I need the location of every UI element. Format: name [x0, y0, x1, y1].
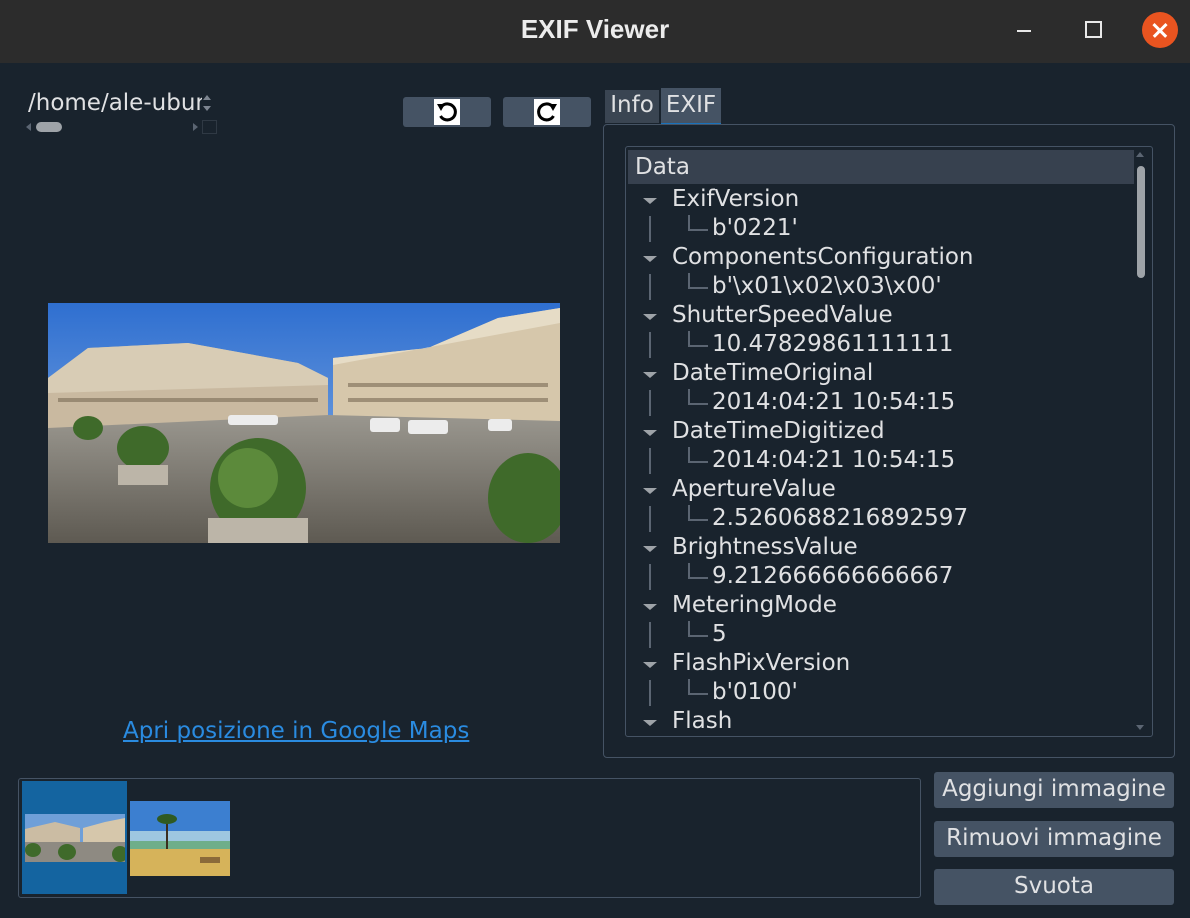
tree-row-key[interactable]: MeteringMode: [626, 591, 1136, 620]
tab-exif[interactable]: EXIF: [661, 88, 721, 125]
scroll-thumb[interactable]: [36, 122, 62, 132]
rotate-left-button[interactable]: [403, 97, 491, 127]
scroll-corner: [202, 120, 217, 134]
tree-line: [649, 274, 651, 300]
exif-tree[interactable]: Data ExifVersion b'0221' ComponentsConfigu…: [625, 146, 1153, 737]
minimize-icon[interactable]: [1006, 12, 1042, 48]
tree-branch: [688, 273, 708, 289]
tree-value-label: b'0100': [712, 679, 798, 705]
rotate-right-button[interactable]: [503, 97, 591, 127]
tab-info[interactable]: Info: [605, 90, 659, 123]
tree-value-label: 2.5260688216892597: [712, 505, 969, 531]
scroll-up-icon[interactable]: [1136, 152, 1144, 157]
thumbnail-beach[interactable]: [130, 801, 230, 876]
expand-arrow-icon[interactable]: [643, 314, 657, 320]
tree-line: [649, 506, 651, 532]
tree-line: [649, 332, 651, 358]
tree-value-label: 5: [712, 621, 727, 647]
google-maps-link[interactable]: Apri posizione in Google Maps: [123, 718, 469, 744]
expand-arrow-icon[interactable]: [643, 372, 657, 378]
scroll-down-icon[interactable]: [1136, 725, 1144, 730]
remove-image-button[interactable]: Rimuovi immagine: [934, 821, 1174, 857]
tree-row-value[interactable]: 2.5260688216892597: [626, 504, 1136, 533]
tree-key-label: FlashPixVersion: [672, 650, 851, 676]
tree-row-value[interactable]: 9.212666666666667: [626, 562, 1136, 591]
tree-row-value[interactable]: 10.47829861111111: [626, 330, 1136, 359]
tree-line: [649, 622, 651, 648]
path-scrollbar[interactable]: [26, 120, 202, 134]
expand-arrow-icon[interactable]: [643, 488, 657, 494]
tree-row-value[interactable]: 5: [626, 620, 1136, 649]
tree-value-label: 2014:04:21 10:54:15: [712, 389, 956, 415]
tree-line: [649, 448, 651, 474]
tree-key-label: Flash: [672, 708, 733, 734]
thumbnail-plaza[interactable]: [25, 814, 125, 862]
tree-branch: [688, 331, 708, 347]
path-spin-icon[interactable]: [202, 95, 212, 115]
title-bar: EXIF Viewer: [0, 0, 1190, 63]
tree-row-key[interactable]: ExifVersion: [626, 185, 1136, 214]
add-image-button[interactable]: Aggiungi immagine: [934, 772, 1174, 808]
tree-key-label: ComponentsConfiguration: [672, 244, 974, 270]
tree-line: [649, 564, 651, 590]
tree-scrollbar[interactable]: [1134, 150, 1148, 732]
tree-line: [649, 390, 651, 416]
tree-row-value[interactable]: b'0100': [626, 678, 1136, 707]
tree-row-key[interactable]: ComponentsConfiguration: [626, 243, 1136, 272]
clear-button[interactable]: Svuota: [934, 869, 1174, 905]
path-field[interactable]: /home/ale-ubuntu: [28, 90, 202, 120]
tree-value-label: 9.212666666666667: [712, 563, 954, 589]
tree-key-label: DateTimeDigitized: [672, 418, 885, 444]
scroll-right-icon[interactable]: [193, 123, 198, 131]
image-preview: [48, 303, 560, 543]
tree-value-label: b'\x01\x02\x03\x00': [712, 273, 942, 299]
tree-branch: [688, 215, 708, 231]
tree-row-value[interactable]: b'0221': [626, 214, 1136, 243]
tree-key-label: ApertureValue: [672, 476, 836, 502]
rotate-left-icon: [434, 99, 460, 125]
expand-arrow-icon[interactable]: [643, 720, 657, 726]
tree-header[interactable]: Data: [628, 150, 1134, 184]
tree-line: [649, 216, 651, 242]
tree-row-value[interactable]: b'\x01\x02\x03\x00': [626, 272, 1136, 301]
expand-arrow-icon[interactable]: [643, 430, 657, 436]
expand-arrow-icon[interactable]: [643, 198, 657, 204]
expand-arrow-icon[interactable]: [643, 256, 657, 262]
tree-branch: [688, 679, 708, 695]
maximize-icon[interactable]: [1074, 12, 1110, 48]
tree-value-label: 10.47829861111111: [712, 331, 954, 357]
tree-scroll-thumb[interactable]: [1137, 166, 1145, 278]
tree-key-label: DateTimeOriginal: [672, 360, 874, 386]
tree-row-value[interactable]: 2014:04:21 10:54:15: [626, 388, 1136, 417]
scroll-left-icon[interactable]: [26, 123, 31, 131]
tree-row-key[interactable]: DateTimeDigitized: [626, 417, 1136, 446]
tree-branch: [688, 621, 708, 637]
tree-row-key[interactable]: ShutterSpeedValue: [626, 301, 1136, 330]
tree-key-label: ExifVersion: [672, 186, 800, 212]
tree-rows: ExifVersion b'0221' ComponentsConfiguratio…: [626, 185, 1136, 736]
expand-arrow-icon[interactable]: [643, 604, 657, 610]
tree-line: [649, 680, 651, 706]
tree-branch: [688, 563, 708, 579]
tree-value-label: 2014:04:21 10:54:15: [712, 447, 956, 473]
tree-branch: [688, 447, 708, 463]
tree-key-label: MeteringMode: [672, 592, 837, 618]
tree-branch: [688, 505, 708, 521]
tree-row-key[interactable]: DateTimeOriginal: [626, 359, 1136, 388]
tree-branch: [688, 389, 708, 405]
tree-key-label: ShutterSpeedValue: [672, 302, 893, 328]
tree-row-key[interactable]: BrightnessValue: [626, 533, 1136, 562]
tree-row-value[interactable]: 2014:04:21 10:54:15: [626, 446, 1136, 475]
expand-arrow-icon[interactable]: [643, 662, 657, 668]
expand-arrow-icon[interactable]: [643, 546, 657, 552]
tree-value-label: b'0221': [712, 215, 798, 241]
tree-key-label: BrightnessValue: [672, 534, 858, 560]
rotate-right-icon: [534, 99, 560, 125]
tree-row-key[interactable]: Flash: [626, 707, 1136, 736]
tree-row-key[interactable]: ApertureValue: [626, 475, 1136, 504]
close-icon[interactable]: [1142, 12, 1178, 48]
tree-row-key[interactable]: FlashPixVersion: [626, 649, 1136, 678]
